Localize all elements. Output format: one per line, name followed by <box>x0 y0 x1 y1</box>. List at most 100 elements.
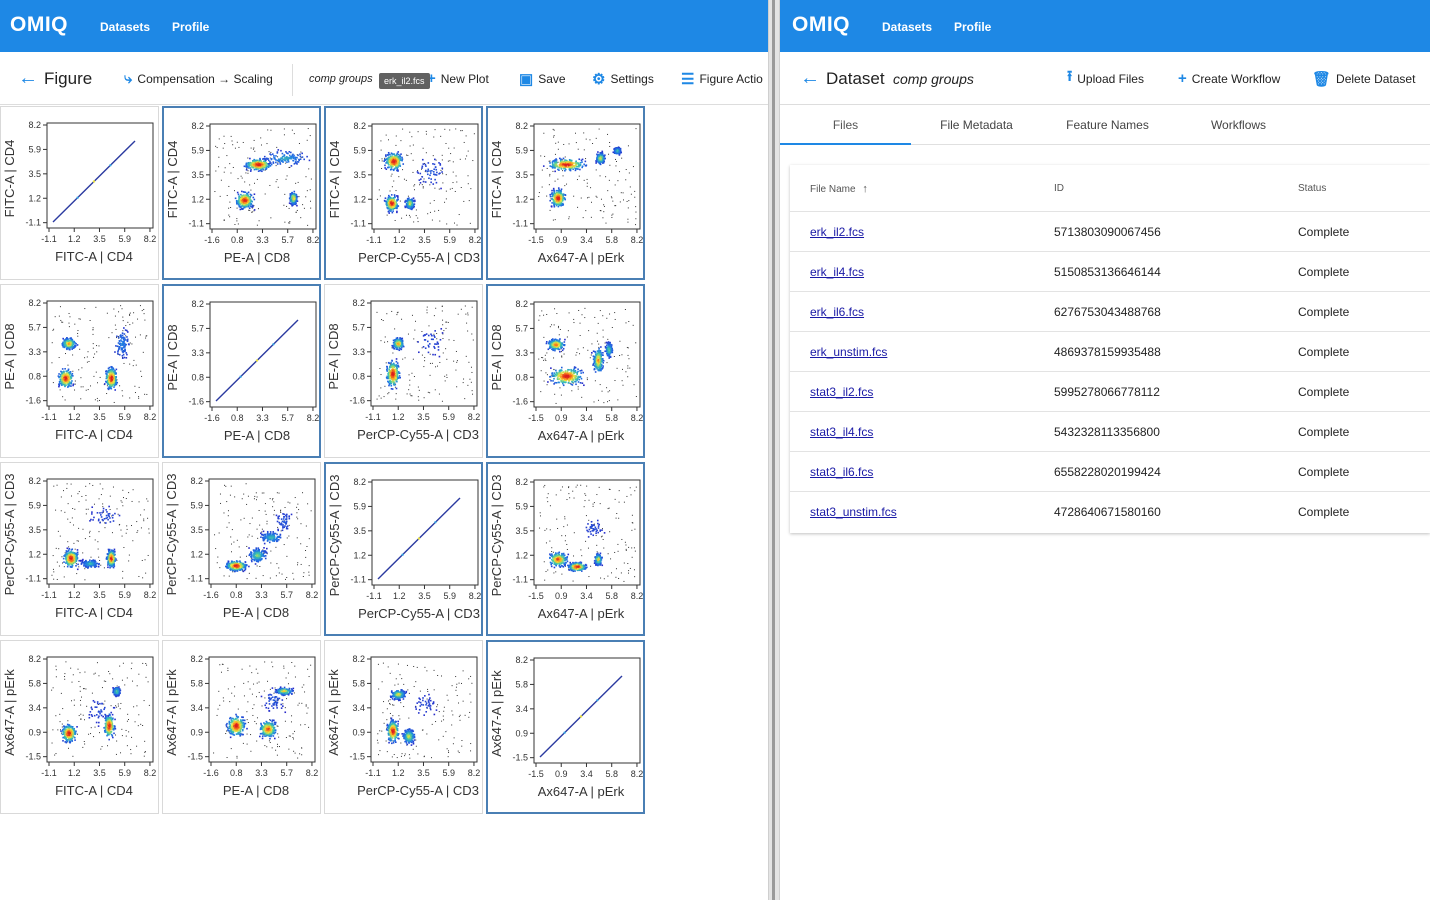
y-tick-label: 5.9 <box>353 145 366 155</box>
plot-3-1[interactable]: 8.2 -1.6 5.8 0.8 3.4 3.3 0.9 5.7 -1.5 8.2 PE-A | C… <box>162 640 321 814</box>
tab-feature-names[interactable]: Feature Names <box>1042 105 1173 145</box>
nav-profile-right[interactable]: Profile <box>954 20 991 34</box>
tab-file-metadata[interactable]: File Metadata <box>911 105 1042 145</box>
nav-datasets-right[interactable]: Datasets <box>882 20 932 34</box>
plot-0-3[interactable]: 8.2 -1.5 5.9 0.9 3.5 3.4 1.2 5.8 -1.1 8.2 Ax647-A … <box>486 106 645 280</box>
plot-2-3[interactable]: 8.2 -1.5 5.9 0.9 3.5 3.4 1.2 5.8 -1.1 8.2 Ax647-A … <box>486 462 645 636</box>
y-tick-label: 0.9 <box>352 727 365 737</box>
scatter-plot: 8.2 -1.6 5.8 0.8 3.4 3.3 0.9 5.7 -1.5 8.2 PE-A | C… <box>164 654 318 798</box>
y-tick-label: 3.3 <box>352 347 365 357</box>
create-workflow-button[interactable]: + Create Workflow <box>1178 52 1280 105</box>
file-status: Complete <box>1298 305 1350 319</box>
split-divider[interactable] <box>768 0 780 900</box>
x-tick-label: 5.9 <box>443 591 456 601</box>
save-button[interactable]: ▣ Save <box>519 52 566 105</box>
omiq-logo[interactable]: OMIQ <box>10 13 68 37</box>
file-name-link[interactable]: stat3_il4.fcs <box>810 425 873 439</box>
delete-dataset-button[interactable]: 🗑 Delete Dataset <box>1312 52 1415 105</box>
file-name-link[interactable]: erk_il2.fcs <box>810 225 864 239</box>
upload-label: Upload Files <box>1077 71 1144 86</box>
scatter-plot: 8.2 -1.1 5.9 1.2 3.5 3.5 1.2 5.9 -1.1 8.2 PerCP-Cy… <box>327 121 481 265</box>
table-row[interactable]: erk_il2.fcs 5713803090067456 Complete <box>790 211 1430 251</box>
file-name-link[interactable]: erk_il6.fcs <box>810 305 864 319</box>
plot-2-1[interactable]: 8.2 -1.6 5.9 0.8 3.5 3.3 1.2 5.7 -1.1 8.2 PE-A | C… <box>162 462 321 636</box>
file-name-link[interactable]: erk_unstim.fcs <box>810 345 887 359</box>
y-axis-label: PE-A | CD8 <box>2 323 17 389</box>
x-axis-label: Ax647-A | pErk <box>538 428 625 443</box>
scatter-plot: 8.2 -1.6 5.9 0.8 3.5 3.3 1.2 5.7 -1.1 8.2 PE-A | C… <box>165 121 319 265</box>
y-tick-label: 5.9 <box>28 144 41 154</box>
plot-0-2[interactable]: 8.2 -1.1 5.9 1.2 3.5 3.5 1.2 5.9 -1.1 8.2 PerCP-Cy… <box>324 106 483 280</box>
y-tick-label: -1.6 <box>25 396 41 406</box>
upload-files-button[interactable]: ⭱ Upload Files <box>1067 52 1144 105</box>
y-axis-label: FITC-A | CD4 <box>489 141 504 219</box>
plot-0-1[interactable]: 8.2 -1.6 5.9 0.8 3.5 3.3 1.2 5.7 -1.1 8.2 PE-A | C… <box>162 106 321 280</box>
plot-1-3[interactable]: 8.2 -1.5 5.7 0.9 3.3 3.4 0.8 5.8 -1.6 8.2 Ax647-A … <box>486 284 645 458</box>
back-button[interactable]: ← <box>18 52 38 105</box>
table-row[interactable]: stat3_il2.fcs 5995278066778112 Complete <box>790 371 1430 411</box>
divider-handle[interactable] <box>772 0 775 900</box>
dataset-toolbar: ← Dataset comp groups ⭱ Upload Files + C… <box>780 52 1430 105</box>
plot-1-1[interactable]: 8.2 -1.6 5.7 0.8 3.3 3.3 0.8 5.7 -1.6 8.2 PE-A | C… <box>162 284 321 458</box>
file-name-link[interactable]: stat3_il2.fcs <box>810 385 873 399</box>
scatter-plot: 8.2 -1.1 5.9 1.2 3.5 3.5 1.2 5.9 -1.1 8.2 PerCP-Cy… <box>327 475 481 621</box>
y-tick-label: 8.2 <box>28 120 41 130</box>
x-tick-label: 0.8 <box>230 768 243 778</box>
column-header-file-name[interactable]: File Name ↑ <box>810 183 868 195</box>
plot-1-0[interactable]: 8.2 -1.1 5.7 1.2 3.3 3.5 0.8 5.9 -1.6 8.2 FITC-A |… <box>0 284 159 458</box>
table-row[interactable]: erk_unstim.fcs 4869378159935488 Complete <box>790 331 1430 371</box>
x-tick-label: 8.2 <box>306 590 319 600</box>
compensation-scaling-button[interactable]: ⤷ Compensation → Scaling <box>124 52 273 105</box>
y-tick-label: -1.5 <box>349 752 365 762</box>
plot-3-0[interactable]: 8.2 -1.1 5.8 1.2 3.4 3.5 0.9 5.9 -1.5 8.2 FITC-A |… <box>0 640 159 814</box>
file-name-link[interactable]: erk_il4.fcs <box>810 265 864 279</box>
dataset-link[interactable]: comp groups <box>309 52 373 105</box>
plot-1-2[interactable]: 8.2 -1.1 5.7 1.2 3.3 3.5 0.8 5.9 -1.6 8.2 PerCP-Cy… <box>324 284 483 458</box>
figure-actions-button[interactable]: ☰ Figure Actio <box>681 52 763 105</box>
file-status: Complete <box>1298 265 1350 279</box>
tab-workflows[interactable]: Workflows <box>1173 105 1304 145</box>
y-tick-label: 5.8 <box>190 678 203 688</box>
table-row[interactable]: erk_il6.fcs 6276753043488768 Complete <box>790 291 1430 331</box>
tab-files[interactable]: Files <box>780 105 911 145</box>
figure-pane: OMIQ Datasets Profile ← Figure ⤷ Compens… <box>0 0 768 900</box>
toolbar-divider <box>292 64 293 96</box>
y-tick-label: -1.5 <box>25 752 41 762</box>
x-tick-label: 3.4 <box>580 413 593 423</box>
plot-3-2[interactable]: 8.2 -1.1 5.8 1.2 3.4 3.5 0.9 5.9 -1.5 8.2 PerCP-Cy… <box>324 640 483 814</box>
table-row[interactable]: stat3_il4.fcs 5432328113356800 Complete <box>790 411 1430 451</box>
omiq-logo-right[interactable]: OMIQ <box>792 13 850 37</box>
file-name-link[interactable]: stat3_unstim.fcs <box>810 505 897 519</box>
x-tick-label: 8.2 <box>144 590 157 600</box>
x-tick-label: 3.5 <box>418 591 431 601</box>
x-tick-label: 8.2 <box>631 591 644 601</box>
plot-3-3[interactable]: 8.2 -1.5 5.8 0.9 3.4 3.4 0.9 5.8 -1.5 8.2 Ax647-A … <box>486 640 645 814</box>
y-tick-label: 5.9 <box>515 145 528 155</box>
plot-0-0[interactable]: 8.2 -1.1 5.9 1.2 3.5 3.5 1.2 5.9 -1.1 8.2 FITC-A |… <box>0 106 159 280</box>
sort-arrow-icon: ↑ <box>862 183 868 195</box>
x-axis-label: FITC-A | CD4 <box>55 249 133 264</box>
y-tick-label: 0.9 <box>515 728 528 738</box>
y-tick-label: -1.6 <box>349 396 365 406</box>
dataset-name: comp groups <box>893 70 974 87</box>
gear-icon: ⚙ <box>592 70 606 88</box>
nav-profile[interactable]: Profile <box>172 20 209 34</box>
new-plot-button[interactable]: + New Plot <box>427 52 489 105</box>
y-tick-label: 5.8 <box>352 678 365 688</box>
y-tick-label: 5.8 <box>515 679 528 689</box>
nav-datasets[interactable]: Datasets <box>100 20 150 34</box>
settings-button[interactable]: ⚙ Settings <box>592 52 654 105</box>
table-row[interactable]: stat3_il6.fcs 6558228020199424 Complete <box>790 451 1430 491</box>
x-tick-label: 5.7 <box>281 235 294 245</box>
branch-icon: ⤷ <box>124 70 133 87</box>
back-button-right[interactable]: ← <box>800 52 820 105</box>
file-status: Complete <box>1298 425 1350 439</box>
x-axis-label: FITC-A | CD4 <box>55 783 133 798</box>
table-row[interactable]: stat3_unstim.fcs 4728640671580160 Complete <box>790 491 1430 531</box>
x-tick-label: 3.5 <box>417 412 430 422</box>
file-name-link[interactable]: stat3_il6.fcs <box>810 465 873 479</box>
table-row[interactable]: erk_il4.fcs 5150853136646144 Complete <box>790 251 1430 291</box>
plot-2-2[interactable]: 8.2 -1.1 5.9 1.2 3.5 3.5 1.2 5.9 -1.1 8.2 PerCP-Cy… <box>324 462 483 636</box>
plot-2-0[interactable]: 8.2 -1.1 5.9 1.2 3.5 3.5 1.2 5.9 -1.1 8.2 FITC-A |… <box>0 462 159 636</box>
x-tick-label: 3.5 <box>93 590 106 600</box>
